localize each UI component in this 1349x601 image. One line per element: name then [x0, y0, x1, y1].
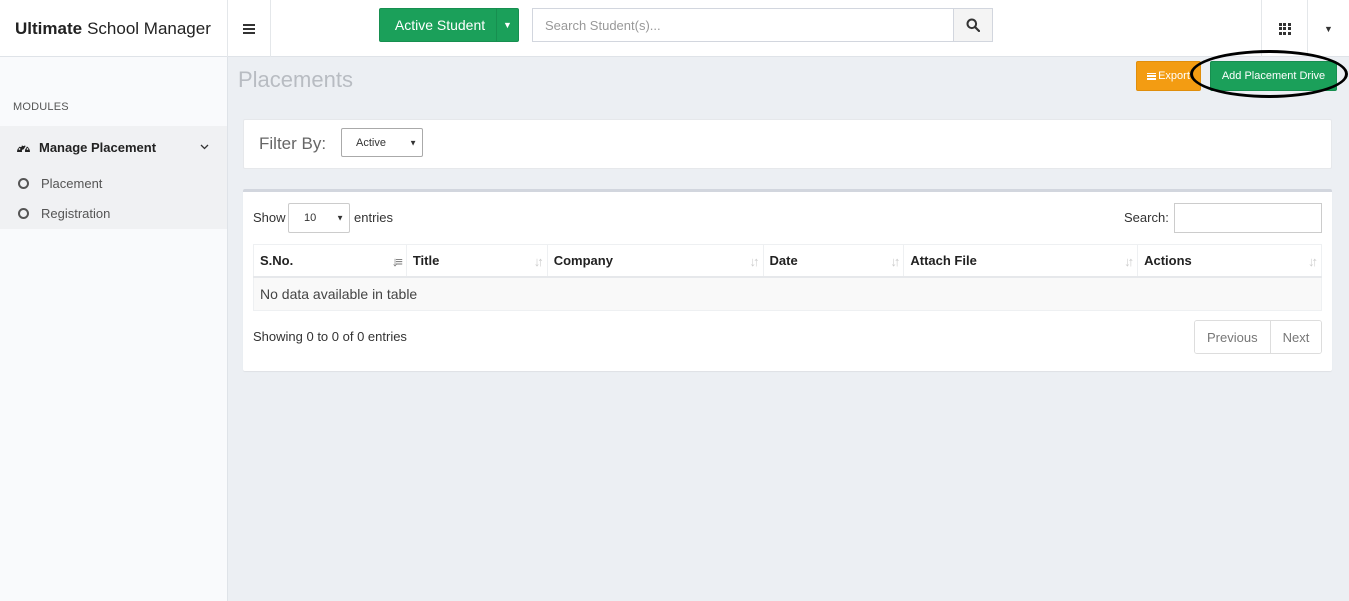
- sidebar-group-manage-placement: Manage Placement Placement Registration: [0, 126, 227, 229]
- circle-icon: [18, 207, 29, 219]
- column-header-date[interactable]: Date ↓↑: [762, 244, 905, 278]
- table-info-text: Showing 0 to 0 of 0 entries: [253, 329, 407, 344]
- list-icon: [1147, 72, 1157, 80]
- sidebar-section-heading: MODULES: [13, 101, 69, 113]
- sidebar-item-label: Manage Placement: [39, 139, 157, 155]
- sidebar-item-manage-placement[interactable]: Manage Placement: [0, 126, 227, 168]
- sidebar-item-registration[interactable]: Registration: [0, 198, 227, 228]
- add-placement-drive-button[interactable]: Add Placement Drive: [1210, 61, 1337, 91]
- sidebar-item-label: Registration: [41, 205, 111, 221]
- sidebar-item-placement[interactable]: Placement: [0, 168, 227, 198]
- table-row: No data available in table: [253, 276, 1322, 311]
- caret-down-icon: ▼: [1324, 23, 1333, 34]
- entries-label: entries: [354, 210, 394, 225]
- filter-panel: Filter By: Active ▼: [243, 119, 1332, 169]
- chevron-down-icon: [200, 144, 209, 150]
- sort-ascending-icon: ↓≡: [391, 254, 403, 269]
- previous-page-button[interactable]: Previous: [1195, 321, 1270, 353]
- next-page-button[interactable]: Next: [1269, 321, 1322, 353]
- column-header-company[interactable]: Company ↓↑: [546, 244, 764, 278]
- apps-menu-button[interactable]: [1261, 0, 1307, 57]
- student-search-input[interactable]: [532, 8, 953, 42]
- sort-icon: ↓↑: [533, 254, 544, 269]
- sidebar: MODULES Manage Placement Placement Regis: [0, 57, 228, 601]
- grid-icon: [1278, 22, 1291, 35]
- caret-down-icon: ▼: [409, 138, 417, 147]
- table-header-row: S.No. ↓≡ Title ↓↑ Company ↓↑ Date ↓↑ Attach …: [253, 244, 1322, 278]
- column-header-actions[interactable]: Actions ↓↑: [1137, 244, 1322, 278]
- caret-down-icon[interactable]: ▼: [496, 9, 518, 41]
- circle-icon: [18, 177, 29, 189]
- empty-table-message: No data available in table: [253, 276, 1322, 311]
- dashboard-icon: [17, 144, 30, 153]
- page-length-value: 10: [304, 212, 317, 224]
- add-placement-drive-label: Add Placement Drive: [1221, 70, 1326, 82]
- export-label: Export: [1158, 70, 1190, 82]
- brand-logo[interactable]: Ultimate School Manager: [0, 0, 228, 57]
- filter-status-select[interactable]: Active ▼: [341, 128, 423, 157]
- sidebar-toggle-button[interactable]: [228, 0, 271, 57]
- top-navbar: Ultimate School Manager Active Student ▼…: [0, 0, 1349, 57]
- search-icon: [966, 18, 980, 32]
- hamburger-icon: [243, 23, 255, 34]
- export-button[interactable]: Export: [1136, 61, 1201, 91]
- active-student-label: Active Student: [394, 17, 486, 33]
- placements-table: S.No. ↓≡ Title ↓↑ Company ↓↑ Date ↓↑ Attach …: [253, 244, 1322, 311]
- search-button[interactable]: [953, 8, 993, 42]
- table-search-input[interactable]: [1174, 203, 1322, 233]
- column-header-attach-file[interactable]: Attach File ↓↑: [903, 244, 1139, 278]
- table-search-label: Search:: [1124, 210, 1169, 225]
- pagination: Previous Next: [1194, 320, 1323, 354]
- show-label: Show: [253, 210, 286, 225]
- filter-label: Filter By:: [259, 134, 327, 153]
- placements-table-panel: Show 10 ▼ entries Search: S.No. ↓≡ Title ↓…: [243, 189, 1332, 371]
- brand-bold-text: Ultimate: [15, 18, 83, 38]
- page-length-select[interactable]: 10 ▼: [288, 203, 350, 233]
- user-dropdown-button[interactable]: ▼: [1307, 0, 1349, 57]
- active-student-dropdown-button[interactable]: Active Student ▼: [379, 8, 519, 42]
- brand-text: School Manager: [87, 18, 211, 38]
- caret-down-icon: ▼: [336, 213, 344, 223]
- page-title: Placements: [238, 67, 353, 92]
- student-search-bar: [532, 8, 993, 42]
- sort-icon: ↓↑: [749, 254, 760, 269]
- sort-icon: ↓↑: [1124, 254, 1134, 269]
- filter-selected-value: Active: [356, 136, 386, 149]
- sort-icon: ↓↑: [890, 254, 900, 269]
- column-header-sno[interactable]: S.No. ↓≡: [253, 244, 407, 278]
- sidebar-item-label: Placement: [41, 175, 103, 191]
- column-header-title[interactable]: Title ↓↑: [405, 244, 548, 278]
- sort-icon: ↓↑: [1308, 254, 1318, 269]
